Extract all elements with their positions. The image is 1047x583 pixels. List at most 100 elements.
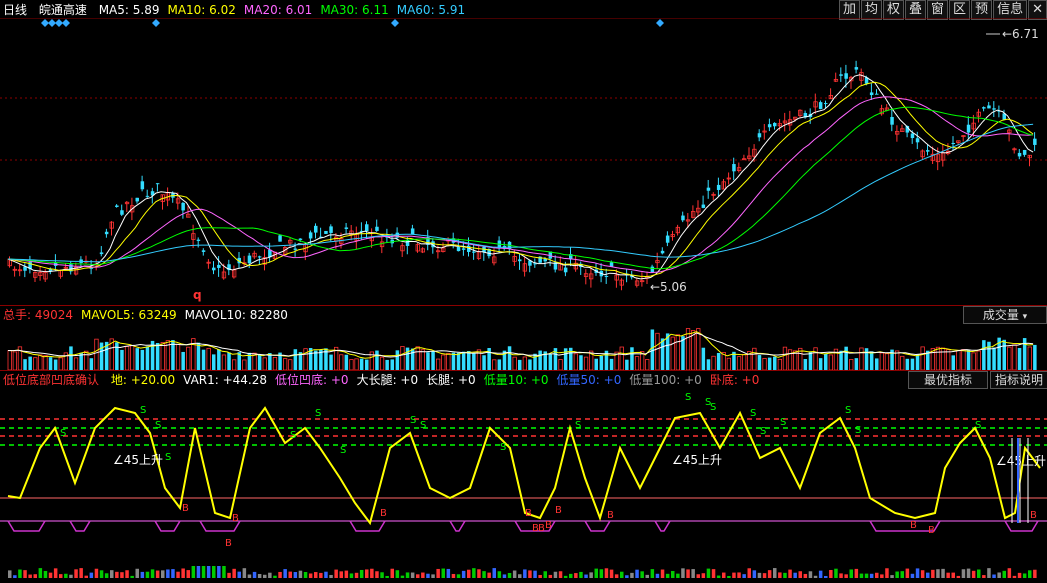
volume-bar	[548, 354, 553, 370]
signal-histogram-bar	[528, 570, 532, 578]
volume-bar	[441, 354, 446, 370]
toolbar-button-3[interactable]: 叠	[905, 0, 927, 20]
signal-histogram-bar	[1002, 570, 1006, 578]
sell-marker: S	[760, 426, 766, 437]
signal-histogram-bar	[686, 569, 690, 578]
indicator-help-button[interactable]: 指标说明	[990, 371, 1047, 389]
sell-marker: S	[340, 445, 346, 456]
signal-histogram-bar	[920, 570, 925, 578]
signal-histogram-bar	[120, 572, 124, 578]
volume-bar	[129, 345, 135, 370]
sell-marker: S	[165, 452, 171, 463]
indicator-item-5: 低量10: +0	[483, 373, 549, 387]
toolbar-button-5[interactable]: 区	[949, 0, 971, 20]
toolbar-button-6[interactable]: 预	[971, 0, 993, 20]
candle-body	[324, 230, 328, 234]
signal-histogram-bar	[472, 568, 476, 578]
volume-bar	[696, 328, 701, 370]
candle-body	[145, 195, 150, 197]
volume-bar	[349, 359, 354, 370]
signal-histogram-bar	[18, 569, 22, 578]
volume-bar	[716, 352, 721, 370]
toolbar-button-7[interactable]: 信息	[993, 0, 1028, 20]
buy-marker: B	[545, 520, 552, 531]
ma-item-4: MA60: 5.91	[396, 3, 466, 17]
candle-body	[987, 105, 991, 109]
toolbar-button-1[interactable]: 均	[860, 0, 882, 20]
volume-bar	[818, 358, 823, 370]
signal-histogram-bar	[390, 568, 394, 578]
stock-name: 皖通高速	[38, 3, 87, 17]
signal-histogram-bar	[1012, 575, 1017, 578]
candle-body	[1022, 149, 1027, 155]
volume-bar	[670, 336, 675, 370]
signal-histogram-bar	[344, 570, 349, 578]
volume-chart[interactable]	[0, 322, 1047, 370]
sell-marker: S	[685, 392, 691, 403]
candle-body	[650, 266, 655, 273]
signal-histogram-bar	[778, 572, 782, 578]
toolbar-button-0[interactable]: 加	[838, 0, 860, 20]
candle-body	[665, 235, 670, 243]
candle-body	[410, 228, 415, 235]
volume-bar	[390, 359, 394, 370]
volume-bar	[742, 354, 747, 370]
signal-histogram-bar	[956, 575, 961, 578]
volume-dropdown-label: 成交量	[982, 308, 1019, 322]
indicator-help-label: 指标说明	[994, 373, 1043, 387]
close-icon[interactable]: ✕	[1028, 0, 1047, 20]
price-chart[interactable]: ←6.71 ←5.06 q	[0, 18, 1047, 305]
volume-bar	[849, 359, 854, 370]
signal-histogram-bar	[145, 571, 150, 578]
signal-histogram-bar	[451, 573, 456, 578]
candle-body	[773, 122, 777, 127]
period-label[interactable]: 日线	[3, 3, 27, 17]
signal-histogram-bar	[650, 569, 655, 578]
signal-histogram-bar	[941, 568, 945, 578]
signal-histogram-bar	[365, 569, 369, 578]
indicator-item-2: 低位凹底: +0	[275, 373, 349, 387]
signal-histogram-bar	[625, 575, 629, 578]
signal-histogram-bar	[477, 569, 481, 578]
volume-bar	[507, 346, 512, 370]
candle-body	[298, 238, 303, 240]
signal-histogram-bar	[43, 570, 48, 578]
signal-histogram-bar	[824, 575, 828, 578]
volume-bar	[976, 350, 981, 370]
volume-bar	[905, 358, 910, 370]
candle-body	[818, 102, 823, 109]
signal-histogram-bar	[716, 575, 721, 578]
signal-histogram-bar	[798, 571, 802, 578]
volume-bar	[344, 354, 349, 370]
floor-marker	[654, 520, 671, 532]
candle-body	[915, 138, 920, 143]
floor-marker	[349, 520, 386, 532]
sell-marker: S	[710, 402, 716, 413]
volume-bar	[410, 348, 415, 370]
toolbar-button-4[interactable]: 窗	[927, 0, 949, 20]
volume-bar	[594, 358, 598, 370]
volume-bar	[201, 349, 206, 370]
signal-histogram-bar	[783, 572, 787, 578]
indicator-chart[interactable]: SSS SSSS SSSS SSSSSSS SSBBBB BB B BB BB BB∠45上升 ∠4…	[0, 388, 1047, 583]
candle-body	[767, 124, 772, 128]
signal-histogram-bar	[589, 572, 593, 578]
volume-bar	[395, 350, 400, 370]
volume-bar	[900, 355, 905, 370]
toolbar-button-2[interactable]: 权	[883, 0, 905, 20]
volume-bar	[752, 347, 757, 370]
indicator-item-7: 低量100: +0	[629, 373, 702, 387]
candle-body	[257, 256, 262, 258]
floor-marker	[449, 520, 466, 532]
volume-bar	[359, 358, 364, 370]
signal-histogram-bar	[905, 568, 910, 578]
signal-histogram-bar	[212, 566, 216, 578]
signal-histogram-bar	[915, 568, 920, 578]
best-indicator-button[interactable]: 最优指标	[908, 371, 988, 389]
volume-bar	[140, 349, 145, 370]
candle-body	[609, 262, 614, 267]
volume-item-1: MAVOL5: 63249	[81, 308, 177, 322]
signal-histogram-bar	[543, 571, 547, 578]
ma-item-3: MA30: 6.11	[320, 3, 389, 17]
volume-bar	[773, 356, 777, 370]
